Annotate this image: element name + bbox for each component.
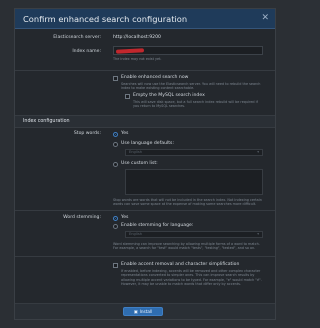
enable-search-checkbox[interactable] — [113, 76, 118, 81]
word-stemming-yes-radio[interactable] — [113, 216, 118, 221]
stop-words-language-radio[interactable] — [113, 142, 118, 147]
chevron-down-icon: ▾ — [257, 150, 259, 154]
enable-search-label[interactable]: Enable enhanced search now — [121, 75, 188, 80]
stop-words-label: Stop words: — [73, 131, 101, 136]
confirm-search-config-dialog: Confirm enhanced search configuration ✕ … — [14, 8, 276, 320]
stop-words-custom-radio[interactable] — [113, 162, 118, 167]
dialog-footer: ▣ Install — [15, 303, 275, 319]
dialog-title: Confirm enhanced search configuration — [23, 13, 188, 24]
stop-words-hint: Stop words are words that will not be in… — [113, 198, 262, 207]
accent-removal-label[interactable]: Enable accent removal and character simp… — [121, 262, 239, 267]
empty-mysql-checkbox[interactable] — [125, 94, 130, 99]
install-button-label: Install — [139, 309, 153, 314]
index-name-hint: The index may not exist yet. — [113, 57, 162, 61]
save-icon: ▣ — [133, 309, 138, 314]
stop-words-yes-label[interactable]: Yes — [121, 131, 128, 136]
stop-words-yes-radio[interactable] — [113, 132, 118, 137]
stop-words-language-select[interactable]: English ▾ — [125, 149, 263, 156]
empty-mysql-hint: This will save disk space, but a full se… — [133, 100, 258, 109]
install-button[interactable]: ▣ Install — [123, 307, 163, 316]
server-value: http://localhost:9200 — [113, 35, 161, 40]
word-stemming-label: Word stemming: — [63, 215, 101, 220]
word-stemming-language-radio[interactable] — [113, 224, 118, 229]
word-stemming-yes-label[interactable]: Yes — [121, 215, 128, 220]
redaction-mark — [115, 48, 145, 54]
server-label: Elasticsearch server: — [53, 35, 101, 40]
word-stemming-language-select[interactable]: English ▾ — [125, 231, 263, 238]
word-stemming-language-value: English — [129, 232, 142, 236]
word-stemming-language-label[interactable]: Enable stemming for language: — [121, 223, 193, 228]
index-config-header: Index configuration — [15, 115, 275, 128]
close-icon[interactable]: ✕ — [261, 14, 269, 23]
accent-removal-hint: If enabled, before indexing, accents wil… — [121, 269, 262, 287]
index-name-input[interactable] — [113, 46, 263, 55]
index-name-label: Index name: — [72, 49, 101, 54]
divider — [15, 256, 275, 257]
stop-words-language-value: English — [129, 150, 142, 154]
stop-words-custom-textarea[interactable] — [125, 169, 263, 195]
word-stemming-hint: Word stemming can improve searching by a… — [113, 242, 260, 251]
enable-search-hint: Searches will now use the Elasticsearch … — [121, 82, 261, 91]
divider — [15, 70, 275, 71]
empty-mysql-label[interactable]: Empty the MySQL search index — [133, 93, 205, 98]
dialog-title-bar: Confirm enhanced search configuration ✕ — [15, 9, 275, 29]
stop-words-language-label[interactable]: Use language defaults: — [121, 141, 174, 146]
stop-words-custom-label[interactable]: Use custom list: — [121, 161, 158, 166]
divider — [15, 210, 275, 211]
chevron-down-icon: ▾ — [257, 232, 259, 236]
index-config-title: Index configuration — [23, 119, 70, 124]
accent-removal-checkbox[interactable] — [113, 263, 118, 268]
